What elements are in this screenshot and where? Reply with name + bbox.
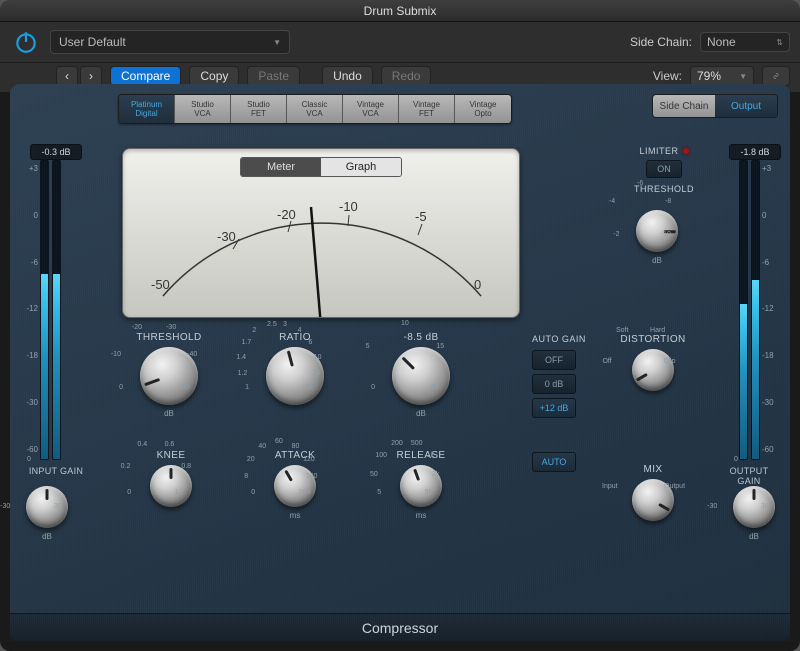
- updown-icon: ⇅: [776, 38, 783, 47]
- auto-release-button[interactable]: AUTO: [532, 452, 576, 472]
- vu-meter-button[interactable]: Meter: [241, 158, 321, 176]
- input-meter-readout: -0.3 dB: [30, 144, 82, 160]
- header-row-1: User Default ▼ Side Chain: None ⇅: [0, 22, 800, 63]
- output-meter-readout: -1.8 dB: [729, 144, 781, 160]
- input-meter: -0.3 dB +30-6-12-18-30-60 INPUT GAIN: [40, 160, 61, 460]
- preset-select[interactable]: User Default ▼: [50, 30, 290, 54]
- auto-gain-off-button[interactable]: OFF: [532, 350, 576, 370]
- titlebar: Drum Submix: [0, 0, 800, 22]
- chevron-down-icon: ▼: [273, 38, 281, 47]
- mix-knob[interactable]: MIXInputOutput: [612, 464, 694, 525]
- preset-next-button[interactable]: ›: [80, 66, 102, 86]
- auto-gain-group: AUTO GAIN OFF 0 dB +12 dB AUTO: [532, 334, 586, 476]
- compare-button[interactable]: Compare: [110, 66, 181, 86]
- paste-button[interactable]: Paste: [247, 66, 300, 86]
- release-knob[interactable]: RELEASEms5501002005001k2k5k: [380, 450, 462, 520]
- model-tab-platinum-digital[interactable]: PlatinumDigital: [119, 95, 175, 123]
- input-gain-knob[interactable]: dB-30030: [6, 482, 88, 541]
- model-tab-vintage-fet[interactable]: VintageFET: [399, 95, 455, 123]
- output-gain-knob[interactable]: dB-30030: [713, 482, 795, 541]
- ratio-knob[interactable]: RATIO11.21.41.722.5346102030: [246, 332, 344, 409]
- model-tab-classic-vca[interactable]: ClassicVCA: [287, 95, 343, 123]
- limiter-led-icon: [683, 148, 689, 154]
- makeup-gain-knob[interactable]: -8.5 dBdB05101520: [372, 332, 470, 418]
- plugin-body: PlatinumDigitalStudioVCAStudioFETClassic…: [10, 84, 790, 641]
- vu-graph-button[interactable]: Graph: [321, 158, 401, 176]
- side-chain-select[interactable]: None ⇅: [700, 32, 790, 52]
- zoom-select[interactable]: 79%▼: [690, 66, 754, 86]
- undo-button[interactable]: Undo: [322, 66, 373, 86]
- model-tab-studio-vca[interactable]: StudioVCA: [175, 95, 231, 123]
- plugin-name: Compressor: [10, 613, 790, 641]
- preset-prev-button[interactable]: ‹: [56, 66, 78, 86]
- side-output-tabs: Side Chain Output: [652, 94, 778, 118]
- model-tab-vintage-opto[interactable]: VintageOpto: [455, 95, 511, 123]
- power-button[interactable]: [10, 26, 42, 58]
- view-label: View:: [653, 69, 682, 83]
- model-tab-vintage-vca[interactable]: VintageVCA: [343, 95, 399, 123]
- model-tab-studio-fet[interactable]: StudioFET: [231, 95, 287, 123]
- auto-gain-0db-button[interactable]: 0 dB: [532, 374, 576, 394]
- redo-button[interactable]: Redo: [381, 66, 432, 86]
- threshold-knob[interactable]: THRESHOLDdB0-10-20-30-40-50: [120, 332, 218, 418]
- copy-button[interactable]: Copy: [189, 66, 239, 86]
- side-chain-tab[interactable]: Side Chain: [653, 95, 715, 117]
- output-meter: -1.8 dB +30-6-12-18-30-60 OUTPUT GAIN: [739, 160, 760, 460]
- knee-knob[interactable]: KNEE00.20.40.60.81: [130, 450, 212, 511]
- distortion-knob[interactable]: DISTORTIONOffSoftHardClip: [612, 334, 694, 395]
- attack-knob[interactable]: ATTACKms0820406080120160200: [254, 450, 336, 520]
- preset-label: User Default: [59, 35, 126, 49]
- auto-gain-12db-button[interactable]: +12 dB: [532, 398, 576, 418]
- plugin-window: Drum Submix User Default ▼ Side Chain: N…: [0, 0, 800, 651]
- limiter-threshold-knob[interactable]: dB-2-4-6-8-10: [616, 206, 698, 265]
- model-tabs: PlatinumDigitalStudioVCAStudioFETClassic…: [118, 94, 512, 124]
- limiter-on-button[interactable]: ON: [646, 160, 682, 178]
- link-button[interactable]: [762, 66, 790, 86]
- vu-meter: Meter Graph -50 -30 -20 -10 -5 0: [122, 148, 520, 318]
- output-tab[interactable]: Output: [715, 95, 777, 117]
- side-chain-label: Side Chain:: [630, 35, 692, 49]
